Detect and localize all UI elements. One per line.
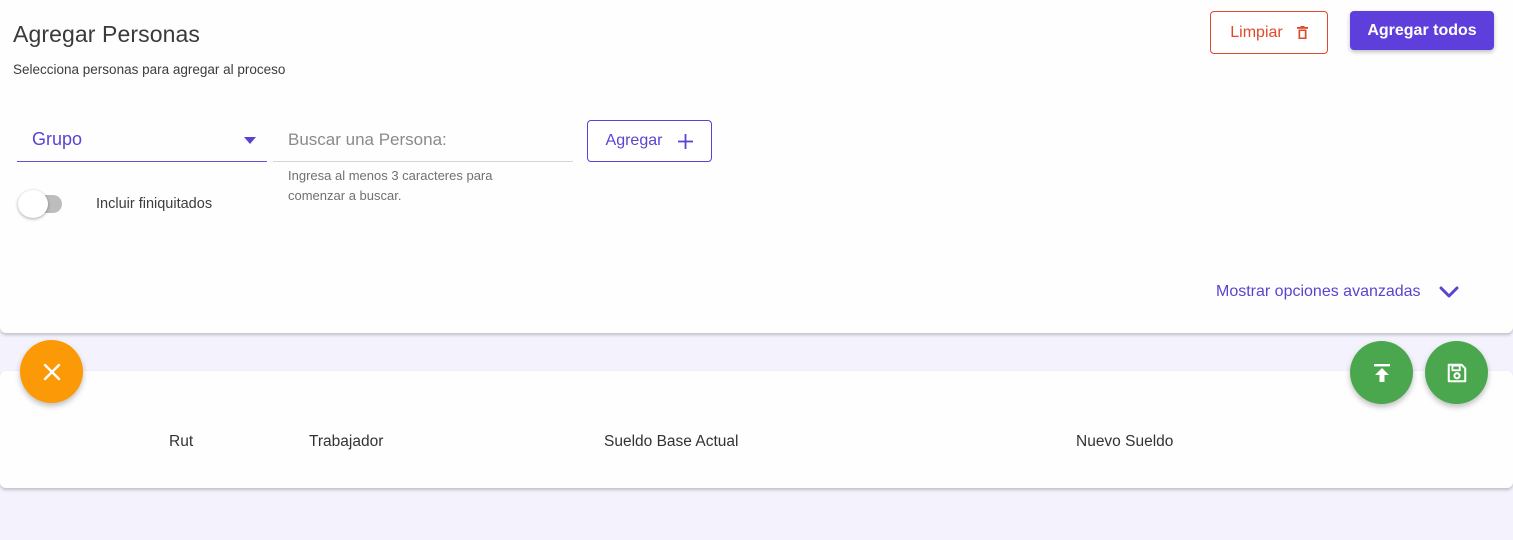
search-person-field xyxy=(273,120,573,162)
advanced-options-label: Mostrar opciones avanzadas xyxy=(1216,283,1421,300)
close-icon xyxy=(43,363,60,380)
column-header-worker[interactable]: Trabajador xyxy=(309,433,383,451)
save-icon xyxy=(1447,363,1466,382)
show-advanced-options-link[interactable]: Mostrar opciones avanzadas xyxy=(1216,282,1459,302)
add-person-button[interactable]: Agregar xyxy=(587,120,712,162)
search-person-input[interactable] xyxy=(273,120,573,160)
toggle-thumb xyxy=(18,190,48,218)
upload-fab-button[interactable] xyxy=(1350,341,1413,404)
column-header-rut[interactable]: Rut xyxy=(169,433,193,451)
clear-button-label: Limpiar xyxy=(1230,23,1283,41)
chevron-down-icon xyxy=(1439,286,1459,298)
group-select-value: Grupo xyxy=(32,129,83,149)
column-header-current-salary[interactable]: Sueldo Base Actual xyxy=(604,433,738,451)
add-people-panel: Agregar Personas Selecciona personas par… xyxy=(0,0,1513,333)
save-fab-button[interactable] xyxy=(1425,341,1488,404)
page-subtitle: Selecciona personas para agregar al proc… xyxy=(13,62,286,77)
close-fab-button[interactable] xyxy=(20,340,83,403)
include-terminated-label: Incluir finiquitados xyxy=(96,196,213,212)
plus-icon xyxy=(678,133,694,149)
add-person-label: Agregar xyxy=(605,132,663,149)
people-table xyxy=(0,371,1513,488)
page-title: Agregar Personas xyxy=(13,21,200,47)
clear-button[interactable]: Limpiar xyxy=(1210,11,1328,54)
add-all-button[interactable]: Agregar todos xyxy=(1350,11,1494,50)
trash-icon xyxy=(1296,25,1308,39)
caret-down-icon xyxy=(244,137,256,144)
include-terminated-toggle[interactable] xyxy=(17,190,75,218)
upload-icon xyxy=(1373,363,1390,382)
search-hint: Ingresa al menos 3 caracteres para comen… xyxy=(288,168,493,203)
group-select[interactable]: Grupo xyxy=(17,120,267,162)
column-header-new-salary[interactable]: Nuevo Sueldo xyxy=(1076,433,1173,451)
